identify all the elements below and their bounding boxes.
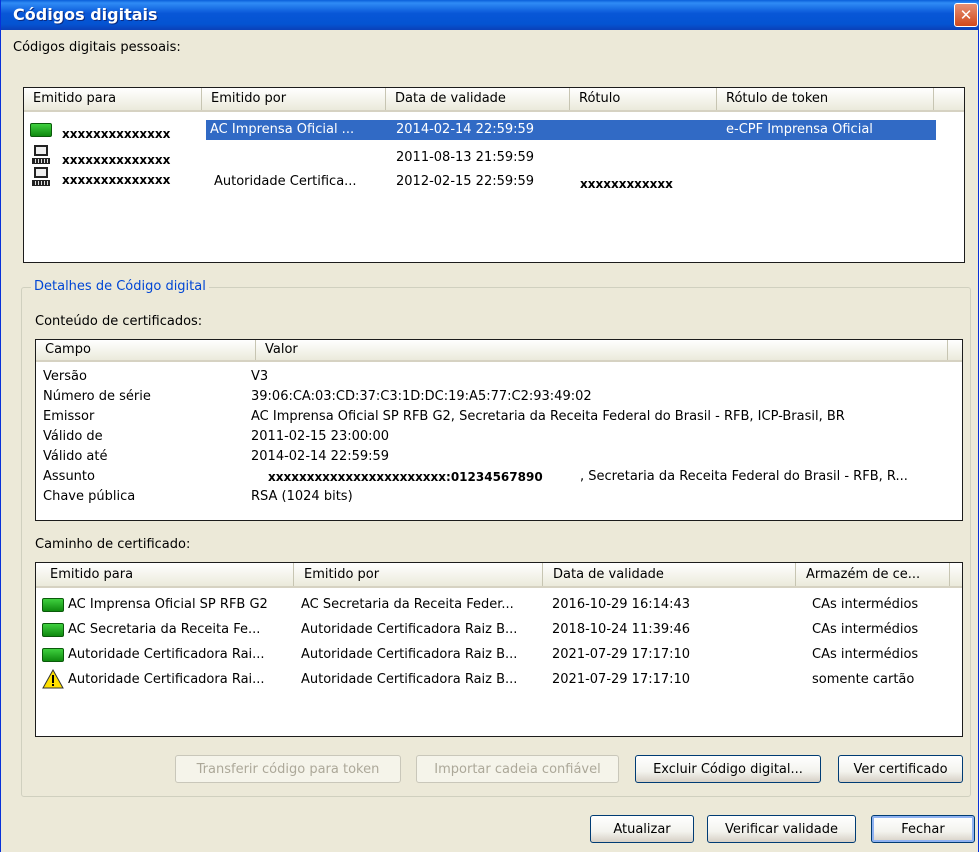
- path-row[interactable]: Autoridade Certificadora Rai... Autorida…: [36, 645, 962, 665]
- field-value: , Secretaria da Receita Federal do Brasi…: [580, 469, 908, 484]
- issued-by: [210, 148, 382, 168]
- path-header: Emitido para Emitido por Data de validad…: [36, 563, 962, 588]
- smartcard-icon: [42, 623, 64, 637]
- title-bar[interactable]: Códigos digitais ✕: [1, 0, 979, 30]
- col-issued-by[interactable]: Emitido por: [202, 88, 386, 110]
- fields-header: Campo Valor: [36, 340, 962, 362]
- field-value: 2011-02-15 23:00:00: [251, 429, 390, 444]
- field-value: 39:06:CA:03:CD:37:C3:1D:DC:19:A5:77:C2:9…: [251, 389, 592, 404]
- delete-digital-code-button[interactable]: Excluir Código digital...: [635, 755, 821, 783]
- expires: 2014-02-14 22:59:59: [396, 122, 535, 137]
- transfer-to-token-button[interactable]: Transferir código para token: [175, 755, 401, 783]
- window-title: Códigos digitais: [13, 5, 158, 24]
- field-value: 2014-02-14 22:59:59: [251, 449, 390, 464]
- personal-codes-label: Códigos digitais pessoais:: [13, 40, 181, 55]
- path-issued-by: Autoridade Certificadora Raiz B...: [301, 672, 518, 687]
- table-row[interactable]: xxxxxxxxxxxxxx Autoridade Certifica... 2…: [24, 167, 964, 191]
- field-value-masked: xxxxxxxxxxxxxxxxxxxxxxx:01234567890: [268, 470, 543, 484]
- field-row[interactable]: Chave pública RSA (1024 bits): [36, 487, 962, 507]
- field-name: Emissor: [43, 409, 95, 424]
- field-value: AC Imprensa Oficial SP RFB G2, Secretari…: [251, 409, 845, 424]
- certificate-fields-table[interactable]: Campo Valor Versão V3 Número de série 39…: [35, 339, 963, 521]
- field-row[interactable]: Emissor AC Imprensa Oficial SP RFB G2, S…: [36, 407, 962, 427]
- col-value[interactable]: Valor: [256, 340, 948, 360]
- certificate-path-label: Caminho de certificado:: [35, 537, 191, 552]
- col-issued-to[interactable]: Emitido para: [24, 88, 202, 110]
- verify-validity-button[interactable]: Verificar validade: [707, 815, 856, 843]
- path-store: CAs intermédios: [812, 597, 919, 612]
- field-name: Número de série: [43, 389, 151, 404]
- col-field[interactable]: Campo: [36, 340, 256, 360]
- field-name: Assunto: [43, 469, 95, 484]
- path-expires: 2018-10-24 11:39:46: [552, 622, 691, 637]
- details-group-title: Detalhes de Código digital: [31, 279, 209, 294]
- computer-icon: [32, 145, 50, 165]
- personal-codes-header: Emitido para Emitido por Data de validad…: [24, 88, 964, 112]
- col-path-issued-by[interactable]: Emitido por: [294, 563, 543, 586]
- path-store: CAs intermédios: [812, 622, 919, 637]
- field-value: RSA (1024 bits): [251, 489, 353, 504]
- field-value: V3: [251, 369, 269, 384]
- issued-by: AC Imprensa Oficial ...: [210, 122, 355, 137]
- import-trusted-chain-button[interactable]: Importar cadeia confiável: [416, 755, 619, 783]
- expires: 2011-08-13 21:59:59: [396, 150, 535, 165]
- col-path-expires[interactable]: Data de validade: [543, 563, 796, 586]
- field-name: Válido de: [43, 429, 103, 444]
- path-row[interactable]: AC Imprensa Oficial SP RFB G2 AC Secreta…: [36, 595, 962, 615]
- token-label: [726, 148, 931, 168]
- refresh-button[interactable]: Atualizar: [590, 815, 694, 843]
- table-row[interactable]: xxxxxxxxxxxxxx 2011-08-13 21:59:59: [24, 145, 964, 168]
- col-expires[interactable]: Data de validade: [386, 88, 570, 110]
- field-row[interactable]: Assunto xxxxxxxxxxxxxxxxxxxxxxx:01234567…: [36, 467, 962, 487]
- label: [580, 148, 710, 168]
- warning-icon: [42, 669, 64, 689]
- path-issued-to: AC Secretaria da Receita Fe...: [68, 622, 261, 637]
- dialog-window: Códigos digitais ✕ Códigos digitais pess…: [0, 0, 979, 852]
- smartcard-icon: [42, 648, 64, 662]
- token-label: [726, 170, 931, 190]
- path-issued-to: AC Imprensa Oficial SP RFB G2: [68, 597, 268, 612]
- issued-to: xxxxxxxxxxxxxx: [62, 127, 171, 141]
- path-expires: 2016-10-29 16:14:43: [552, 597, 691, 612]
- path-issued-by: AC Secretaria da Receita Feder...: [301, 597, 514, 612]
- field-row[interactable]: Número de série 39:06:CA:03:CD:37:C3:1D:…: [36, 387, 962, 407]
- expires: 2012-02-15 22:59:59: [396, 174, 535, 189]
- path-row[interactable]: Autoridade Certificadora Rai... Autorida…: [36, 669, 962, 690]
- col-token-label[interactable]: Rótulo de token: [717, 88, 934, 110]
- smartcard-icon: [30, 123, 52, 137]
- col-path-issued-to[interactable]: Emitido para: [36, 563, 294, 586]
- certificate-content-label: Conteúdo de certificados:: [35, 314, 203, 329]
- issued-to: xxxxxxxxxxxxxx: [62, 173, 171, 187]
- issued-to: xxxxxxxxxxxxxx: [62, 153, 171, 167]
- personal-codes-table[interactable]: Emitido para Emitido por Data de validad…: [23, 87, 965, 263]
- path-issued-by: Autoridade Certificadora Raiz B...: [301, 622, 518, 637]
- col-label[interactable]: Rótulo: [570, 88, 717, 110]
- path-issued-to: Autoridade Certificadora Rai...: [68, 672, 265, 687]
- computer-icon: [32, 167, 50, 187]
- field-name: Válido até: [43, 449, 108, 464]
- field-row[interactable]: Versão V3: [36, 367, 962, 387]
- field-row[interactable]: Válido até 2014-02-14 22:59:59: [36, 447, 962, 467]
- path-issued-by: Autoridade Certificadora Raiz B...: [301, 647, 518, 662]
- token-label: e-CPF Imprensa Oficial: [726, 122, 873, 137]
- col-path-store[interactable]: Armazém de ce...: [796, 563, 950, 586]
- field-name: Chave pública: [43, 489, 136, 504]
- close-icon[interactable]: ✕: [954, 3, 978, 27]
- path-row[interactable]: AC Secretaria da Receita Fe... Autoridad…: [36, 620, 962, 640]
- path-store: somente cartão: [812, 672, 915, 687]
- field-name: Versão: [43, 369, 87, 384]
- field-row[interactable]: Válido de 2011-02-15 23:00:00: [36, 427, 962, 447]
- label: [580, 120, 710, 140]
- table-row[interactable]: xxxxxxxxxxxxxx AC Imprensa Oficial ... 2…: [24, 120, 964, 141]
- path-expires: 2021-07-29 17:17:10: [552, 672, 691, 687]
- close-button[interactable]: Fechar: [871, 815, 975, 843]
- smartcard-icon: [42, 598, 64, 612]
- certificate-path-table[interactable]: Emitido para Emitido por Data de validad…: [35, 562, 963, 737]
- path-store: CAs intermédios: [812, 647, 919, 662]
- view-certificate-button[interactable]: Ver certificado: [838, 755, 963, 783]
- label: xxxxxxxxxxxx: [580, 177, 673, 191]
- path-expires: 2021-07-29 17:17:10: [552, 647, 691, 662]
- path-issued-to: Autoridade Certificadora Rai...: [68, 647, 265, 662]
- issued-by: Autoridade Certifica...: [214, 174, 357, 189]
